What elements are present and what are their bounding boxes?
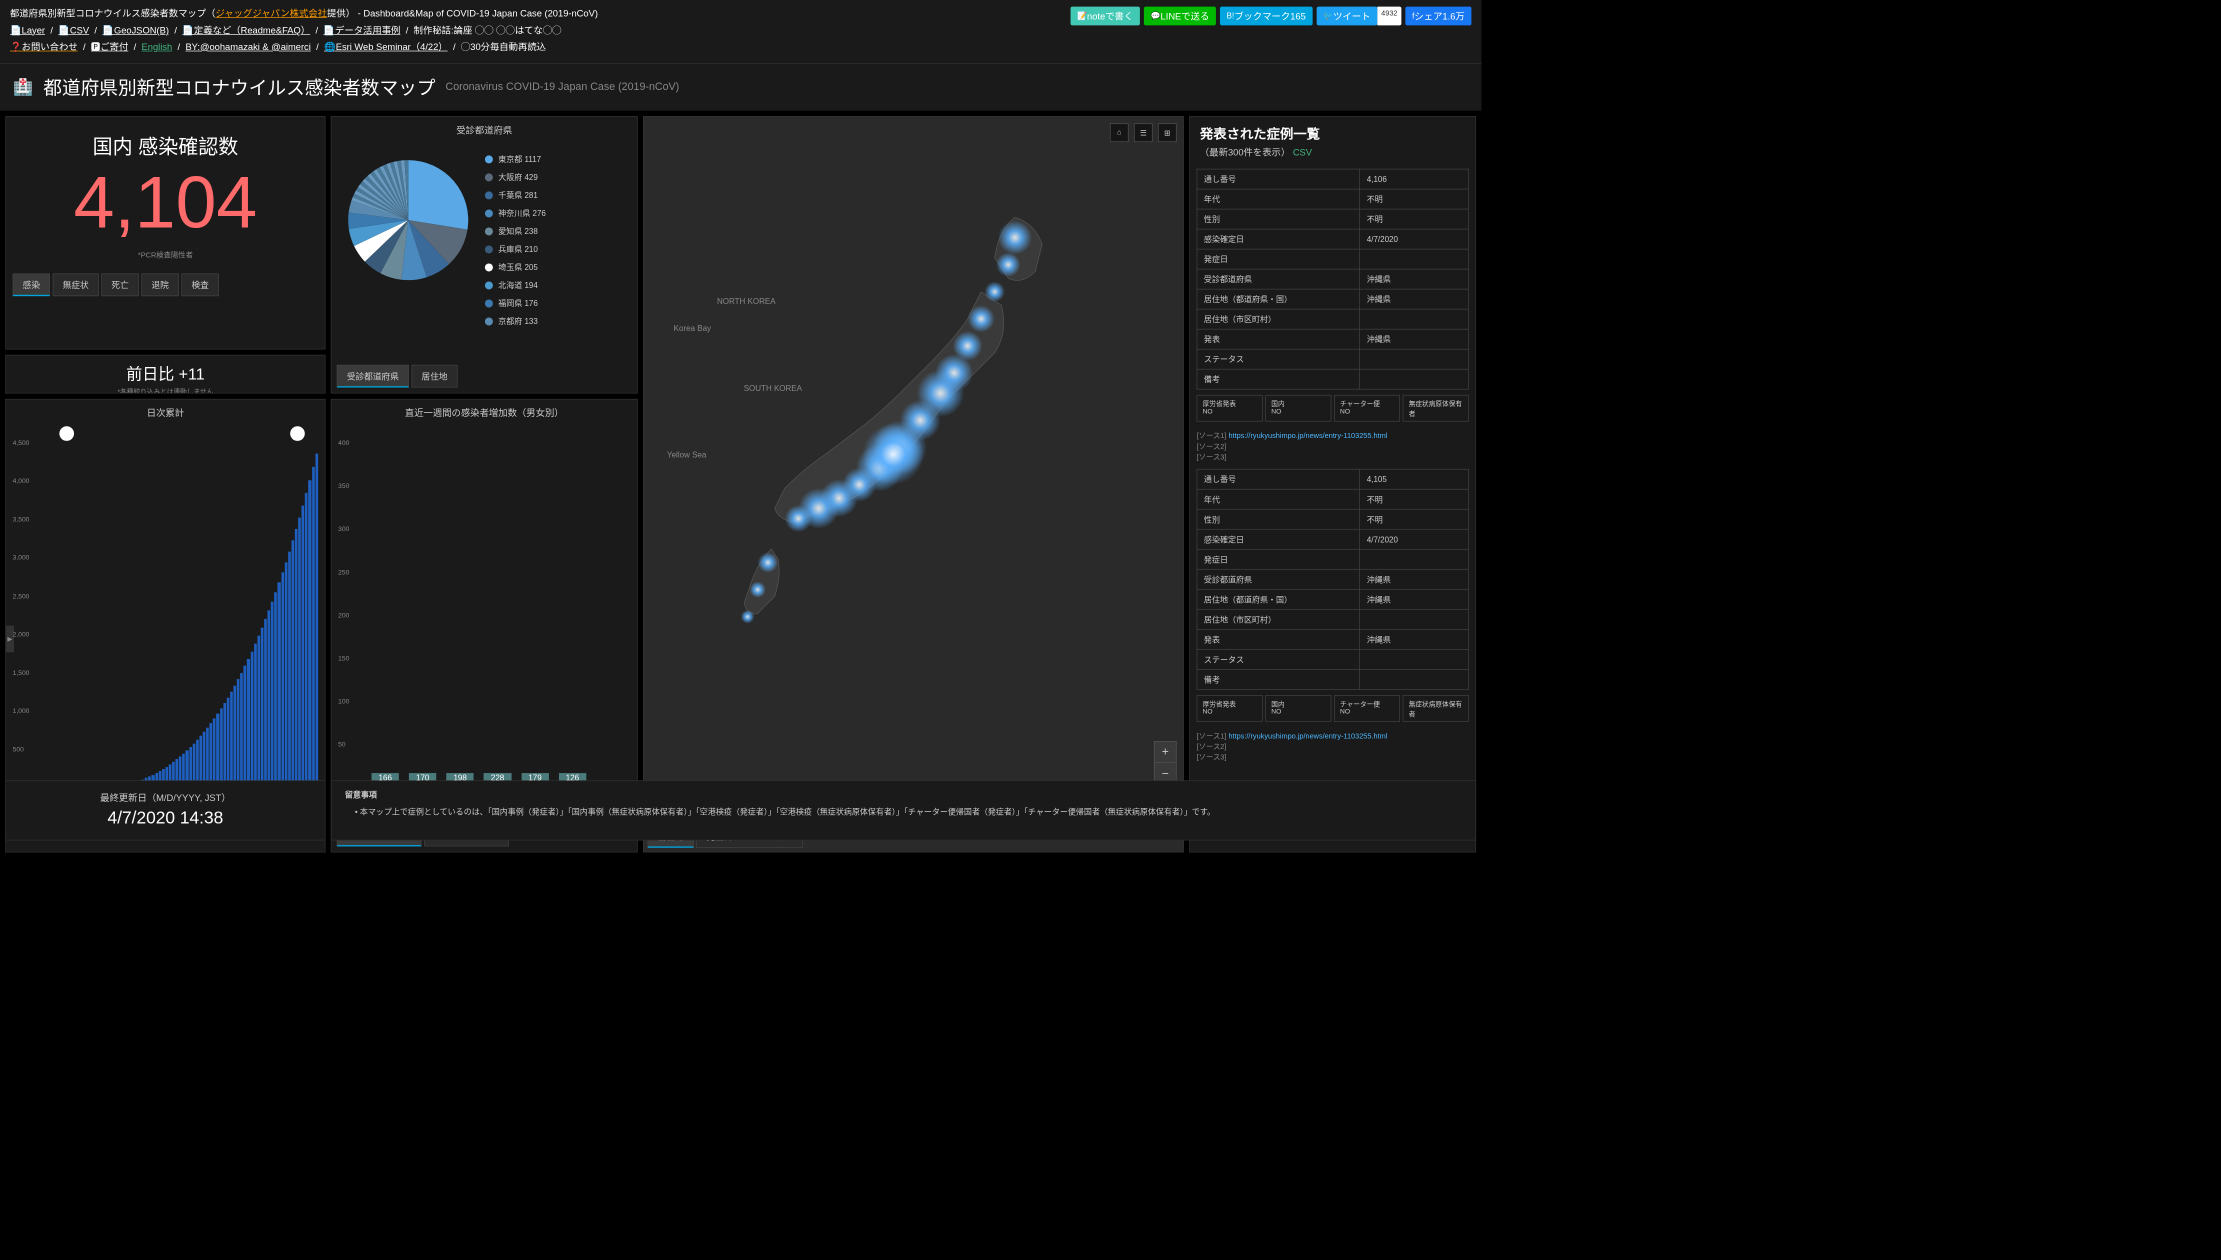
cases-subtitle: （最新300件を表示） [1200,147,1290,158]
autoreload-label: ◯30分毎自動再読込 [461,40,546,53]
page-subtitle: Coronavirus COVID-19 Japan Case (2019-nC… [445,81,679,93]
counter-value: 4,104 [6,166,325,239]
map-grid-icon[interactable]: ⊞ [1158,123,1177,142]
notes-heading: 留意事項 [345,789,1462,800]
delta-value: 前日比 +11 [11,361,319,384]
share-facebook[interactable]: f シェア 1.6万 [1405,7,1471,26]
legend-item: 東京都 1117 [485,153,627,164]
weekly-title: 直近一週間の感染者増加数（男女別） [331,400,636,427]
link-webinar[interactable]: 🌐Esri Web Seminar（4/22） [324,40,448,53]
map-label-ks: Korea Bay [674,323,711,332]
map-home-icon[interactable]: ⌂ [1110,123,1129,142]
share-note[interactable]: 📝 noteで書く [1070,7,1140,26]
share-hatena[interactable]: B! ブックマーク 165 [1220,7,1313,26]
legend-item: 千葉県 281 [485,189,627,200]
tab[interactable]: 受診都道府県 [337,365,409,388]
link-english[interactable]: English [142,41,173,52]
link-by[interactable]: BY:@oohamazaki & @aimerci [185,41,310,52]
map-label-ys: Yellow Sea [667,450,706,459]
toolbar-link[interactable]: 📄定義など（Readme&FAQ） [182,23,310,36]
counter-panel: 国内 感染確認数 4,104 *PCR検査陽性者 感染無症状死亡退院検査 [5,116,325,349]
cases-panel: 発表された症例一覧 （最新300件を表示） CSV 通し番号4,106年代不明性… [1189,116,1476,852]
updated-label: 最終更新日（M/D/YYYY, JST） [16,791,315,804]
case-table: 通し番号4,106年代不明性別不明感染確定日4/7/2020発症日受診都道府県沖… [1197,169,1469,390]
counter-note: *PCR検査陽性者 [6,249,325,260]
daily-title: 日次累計 [6,400,325,427]
map-panel[interactable]: ⌂ ☰ ⊞ NORTH KOREA SOUTH KOREA Korea Bay … [643,116,1184,852]
link-inquiry[interactable]: ❓お問い合わせ [10,40,78,53]
header-title: 都道府県別新型コロナウイルス感染者数マップ（ジャッグジャパン株式会社提供） - … [10,7,598,20]
company-link[interactable]: ジャッグジャパン株式会社 [215,8,327,19]
cases-csv-link[interactable]: CSV [1293,147,1312,158]
share-line[interactable]: 💬 LINEで送る [1144,7,1216,26]
toolbar-link[interactable]: 📄データ活用事例 [323,23,400,36]
app-icon: 🏥 [13,78,33,97]
notes-panel: 留意事項 • 本マップ上で症例としているのは、「国内事例（発症者）」「国内事例（… [331,780,1476,840]
tab[interactable]: 居住地 [412,365,458,388]
page-title: 都道府県別新型コロナウイルス感染者数マップ [43,74,435,101]
zoom-in[interactable]: + [1155,742,1176,763]
pie-chart [342,153,475,286]
legend-item: 埼玉県 205 [485,261,627,272]
source-link[interactable]: https://ryukyushimpo.jp/news/entry-11032… [1228,732,1387,740]
case-table: 通し番号4,105年代不明性別不明感染確定日4/7/2020発症日受診都道府県沖… [1197,469,1469,690]
tab[interactable]: 退院 [141,273,178,296]
legend-item: 福岡県 176 [485,297,627,308]
cases-title: 発表された症例一覧 [1190,117,1475,146]
toolbar-link[interactable]: 📄GeoJSON(B) [102,24,169,35]
legend-item: 愛知県 238 [485,225,627,236]
delta-note1: *各種絞り込みとは連動しません [11,386,319,393]
source-link[interactable]: https://ryukyushimpo.jp/news/entry-11032… [1228,432,1387,440]
legend-item: 北海道 194 [485,279,627,290]
delta-panel: 前日比 +11 *各種絞り込みとは連動しません *「陽性判明日」を参照しており公… [5,355,325,394]
tab[interactable]: 死亡 [101,273,138,296]
legend-item: 大阪府 429 [485,171,627,182]
updated-panel: 最終更新日（M/D/YYYY, JST） 4/7/2020 14:38 [5,780,325,840]
legend-item: 神奈川県 276 [485,207,627,218]
tab[interactable]: 検査 [181,273,218,296]
link-donate[interactable]: 🅿ご寄付 [91,40,128,53]
tab[interactable]: 無症状 [53,273,99,296]
twitter-count: 4932 [1377,7,1401,26]
tab[interactable]: 感染 [13,273,50,296]
legend-item: 京都府 133 [485,315,627,326]
toolbar-link[interactable]: 📄Layer [10,24,45,35]
legend-item: 兵庫県 210 [485,243,627,254]
map-list-icon[interactable]: ☰ [1134,123,1153,142]
pie-title: 受診都道府県 [331,117,636,144]
updated-value: 4/7/2020 14:38 [16,808,315,829]
japan-map [710,183,1116,657]
notes-bullet: 本マップ上で症例としているのは、「国内事例（発症者）」「国内事例（無症状病原体保… [360,807,1215,816]
pie-panel: 受診都道府県 東京都 1117 大阪府 429 千葉県 281 神奈川県 276 愛知県… [331,116,638,393]
share-twitter[interactable]: 🐦ツイート [1316,7,1377,26]
toolbar-link[interactable]: 📄CSV [58,24,89,35]
counter-title: 国内 感染確認数 [6,130,325,159]
